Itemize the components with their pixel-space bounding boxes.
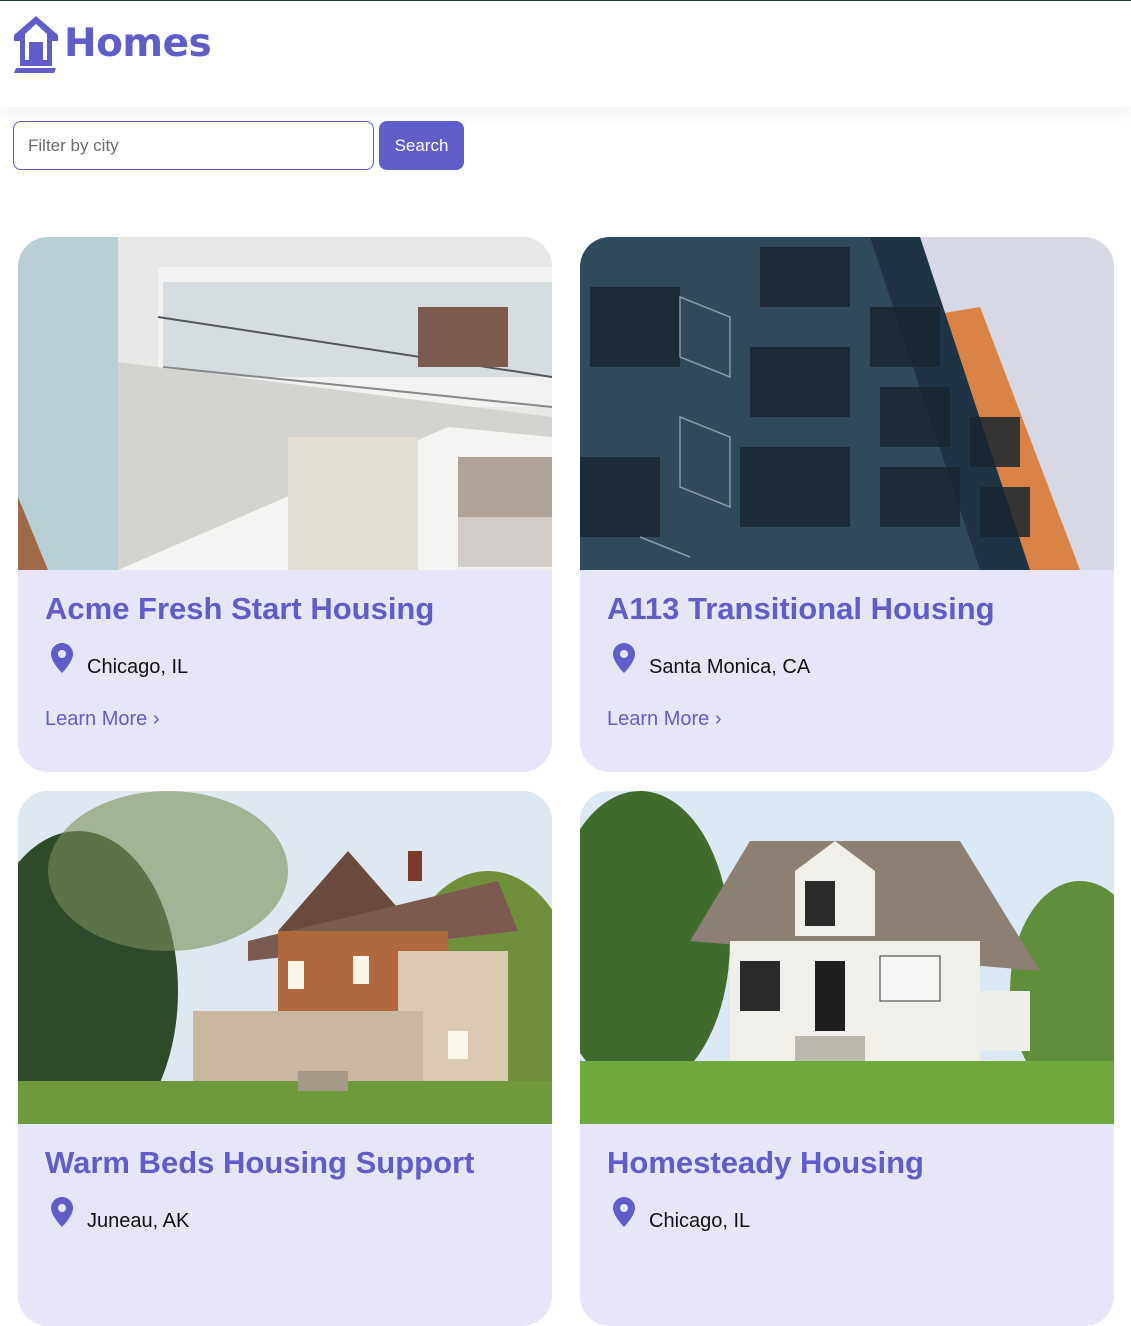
listing-card: Warm Beds Housing Support Juneau, AK bbox=[18, 791, 552, 1326]
search-button[interactable]: Search bbox=[379, 121, 464, 170]
listing-photo bbox=[18, 791, 552, 1124]
map-pin-icon bbox=[613, 1197, 635, 1227]
listing-city: Chicago, IL bbox=[87, 656, 189, 678]
listing-city: Santa Monica, CA bbox=[649, 656, 811, 678]
listing-title[interactable]: Acme Fresh Start Housing bbox=[45, 591, 434, 627]
house-icon bbox=[14, 16, 58, 73]
listing-photo bbox=[580, 237, 1114, 570]
listing-city: Chicago, IL bbox=[649, 1210, 751, 1232]
listing-photo bbox=[18, 237, 552, 570]
listing-card: Acme Fresh Start Housing Chicago, IL Lea… bbox=[18, 237, 552, 772]
listing-title[interactable]: Warm Beds Housing Support bbox=[45, 1145, 474, 1181]
listing-city: Juneau, AK bbox=[87, 1210, 190, 1232]
map-pin-icon bbox=[51, 643, 73, 673]
listing-card: A113 Transitional Housing Santa Monica, … bbox=[580, 237, 1114, 772]
listing-photo bbox=[580, 791, 1114, 1124]
city-filter-input[interactable] bbox=[13, 121, 374, 170]
learn-more-link[interactable]: Learn More › bbox=[607, 708, 722, 731]
learn-more-link[interactable]: Learn More › bbox=[45, 708, 160, 731]
listing-title[interactable]: Homesteady Housing bbox=[607, 1145, 924, 1181]
listing-card: Homesteady Housing Chicago, IL bbox=[580, 791, 1114, 1326]
brand[interactable]: Homes bbox=[12, 13, 212, 73]
listing-title[interactable]: A113 Transitional Housing bbox=[607, 591, 995, 627]
brand-name: Homes bbox=[64, 20, 212, 66]
site-header: Homes bbox=[0, 1, 1131, 107]
map-pin-icon bbox=[613, 643, 635, 673]
map-pin-icon bbox=[51, 1197, 73, 1227]
